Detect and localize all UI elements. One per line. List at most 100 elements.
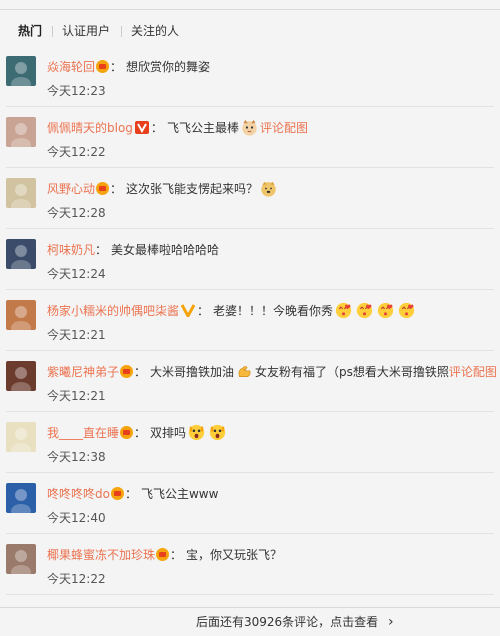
user-avatar[interactable] — [6, 422, 36, 452]
tab-following[interactable]: 关注的人 — [131, 23, 179, 39]
comment-text: 老婆！！！今晚看你秀 — [213, 304, 334, 318]
kiss-emoji — [398, 302, 415, 319]
cat-emoji — [242, 119, 257, 136]
comment-item: 杨家小糯米的帅偶吧柒酱 ：老婆！！！今晚看你秀今天12:21 — [0, 290, 500, 351]
comment-timestamp: 今天12:23 — [47, 84, 106, 98]
comment-list: 焱海轮回：想欣赏你的舞姿 今天12:23 佩佩晴天的blog：飞飞公主最棒 评论配图今… — [0, 46, 500, 595]
tab-hot[interactable]: 热门 — [18, 23, 42, 39]
comment-line: 杨家小糯米的帅偶吧柒酱 ：老婆！！！今晚看你秀 — [47, 302, 500, 322]
comment-line: 椰果蜂蜜冻不加珍珠 ：宝，你又玩张飞？ — [47, 546, 500, 566]
user-avatar[interactable] — [6, 178, 36, 208]
user-avatar[interactable] — [6, 300, 36, 330]
shock-emoji — [209, 424, 226, 441]
comment-timestamp: 今天12:22 — [47, 145, 106, 159]
comment-timestamp: 今天12:28 — [47, 206, 106, 220]
comment-username[interactable]: 椰果蜂蜜冻不加珍珠 — [47, 548, 155, 562]
comment-username[interactable]: 紫曦尼神弟子 — [47, 365, 119, 379]
comment-line: 咚咚咚咚do ：飞飞公主www — [47, 485, 500, 505]
comment-timestamp: 今天12:24 — [47, 267, 106, 281]
comment-colon: ： — [170, 548, 183, 562]
comment-timestamp: 今天12:40 — [47, 511, 106, 525]
comment-text: 宝，你又玩张飞？ — [186, 548, 283, 562]
avatar-image — [6, 56, 36, 86]
user-avatar[interactable] — [6, 239, 36, 269]
comment-username[interactable]: 佩佩晴天的blog — [47, 121, 133, 135]
comment-text: 想欣赏你的舞姿 — [126, 60, 211, 74]
tab-separator — [52, 26, 53, 37]
footer-divider — [0, 607, 500, 608]
vip-badge-icon — [156, 548, 170, 561]
tab-separator — [121, 26, 122, 37]
comment-colon: ： — [134, 365, 147, 379]
view-comment-image-link[interactable]: 评论配图 — [449, 365, 497, 379]
comment-item: 风野心动 ：这次张飞能支愣起来吗？ 今天12:28 — [0, 168, 500, 229]
comment-username[interactable]: 柯味奶凡 — [47, 243, 95, 257]
vip-badge-icon — [120, 426, 134, 439]
comment-colon: ： — [150, 121, 163, 135]
comment-colon: ： — [95, 243, 108, 257]
avatar-image — [6, 422, 36, 452]
view-comment-image-link[interactable]: 评论配图 — [260, 121, 308, 135]
comment-timestamp: 今天12:21 — [47, 328, 106, 342]
comment-username[interactable]: 咚咚咚咚do — [47, 487, 110, 501]
comment-item: 佩佩晴天的blog ：飞飞公主最棒 评论配图 今天12:22 — [0, 107, 500, 168]
comment-line: 紫曦尼神弟子 ：大米哥撸铁加油 女友粉有福了（ps想看大米哥撸铁照评论配图 — [47, 363, 500, 383]
user-avatar[interactable] — [6, 361, 36, 391]
shock-emoji — [188, 424, 205, 441]
comment-line: 焱海轮回 ：想欣赏你的舞姿 — [47, 58, 500, 78]
user-avatar[interactable] — [6, 483, 36, 513]
kiss-emoji — [335, 302, 352, 319]
user-avatar[interactable] — [6, 117, 36, 147]
avatar-image — [6, 361, 36, 391]
comment-text: 这次张飞能支愣起来吗？ — [126, 182, 259, 196]
comment-colon: ： — [124, 487, 137, 501]
chevron-right-icon: › — [388, 614, 394, 630]
comment-timestamp: 今天12:38 — [47, 450, 106, 464]
doge-emoji — [261, 181, 276, 197]
comment-timestamp: 今天12:21 — [47, 389, 106, 403]
avatar-image — [6, 300, 36, 330]
comment-timestamp: 今天12:22 — [47, 572, 106, 586]
comment-username[interactable]: 风野心动 — [47, 182, 95, 196]
vip-badge-icon — [96, 182, 110, 195]
comment-item: 咚咚咚咚do ：飞飞公主www 今天12:40 — [0, 473, 500, 534]
user-avatar[interactable] — [6, 56, 36, 86]
vip-badge-icon — [110, 487, 124, 500]
comment-line: 风野心动 ：这次张飞能支愣起来吗？ — [47, 180, 500, 200]
comment-username[interactable]: 我____直在睡 — [47, 426, 119, 440]
more-comments-footer: 后面还有30926条评论，点击查看 › — [0, 607, 500, 636]
kiss-emoji — [377, 302, 394, 319]
comment-text: 大米哥撸铁加油 — [150, 365, 235, 379]
more-comments-label: 后面还有30926条评论，点击查看 — [196, 615, 379, 629]
comment-item: 我____直在睡 ：双排吗今天12:38 — [0, 412, 500, 473]
comment-item: 紫曦尼神弟子 ：大米哥撸铁加油 女友粉有福了（ps想看大米哥撸铁照评论配图今天12:… — [0, 351, 500, 412]
tab-verified-users[interactable]: 认证用户 — [62, 23, 110, 39]
comment-panel: 热门 认证用户 关注的人 焱海轮回：想欣赏你的舞姿 今天12:23 佩佩晴天的blo… — [0, 0, 500, 636]
kiss-emoji — [356, 302, 373, 319]
comment-username[interactable]: 焱海轮回 — [47, 60, 95, 74]
avatar-image — [6, 483, 36, 513]
comment-item: 焱海轮回 ：想欣赏你的舞姿今天12:23 — [0, 46, 500, 107]
comment-item: 椰果蜂蜜冻不加珍珠 ：宝，你又玩张飞？ 今天12:22 — [0, 534, 500, 595]
comment-line: 佩佩晴天的blog ：飞飞公主最棒 评论配图 — [47, 119, 500, 139]
muscle-emoji — [238, 366, 251, 377]
comment-divider — [6, 594, 494, 595]
verified-red-v-icon — [134, 121, 149, 134]
filter-tabs: 热门 认证用户 关注的人 — [0, 10, 500, 46]
comment-item: 柯味奶凡： 美女最棒啦哈哈哈哈 今天12:24 — [0, 229, 500, 290]
avatar-image — [6, 239, 36, 269]
user-avatar[interactable] — [6, 544, 36, 574]
comment-colon: ： — [110, 182, 123, 196]
verified-yellow-v-icon — [181, 304, 196, 317]
comment-text: 美女最棒啦哈哈哈哈 — [111, 243, 220, 257]
comment-text-continued: 女友粉有福了（ps想看大米哥撸铁照 — [255, 365, 449, 379]
comment-username[interactable]: 杨家小糯米的帅偶吧柒酱 — [47, 304, 179, 318]
more-comments-link[interactable]: 后面还有30926条评论，点击查看 › — [196, 614, 394, 630]
comment-colon: ： — [110, 60, 123, 74]
comment-text: 双排吗 — [150, 426, 187, 440]
vip-badge-icon — [120, 365, 134, 378]
comment-colon: ： — [134, 426, 147, 440]
comment-line: 柯味奶凡： 美女最棒啦哈哈哈哈 — [47, 241, 500, 261]
comment-text: 飞飞公主www — [140, 487, 219, 501]
vip-badge-icon — [96, 60, 110, 73]
